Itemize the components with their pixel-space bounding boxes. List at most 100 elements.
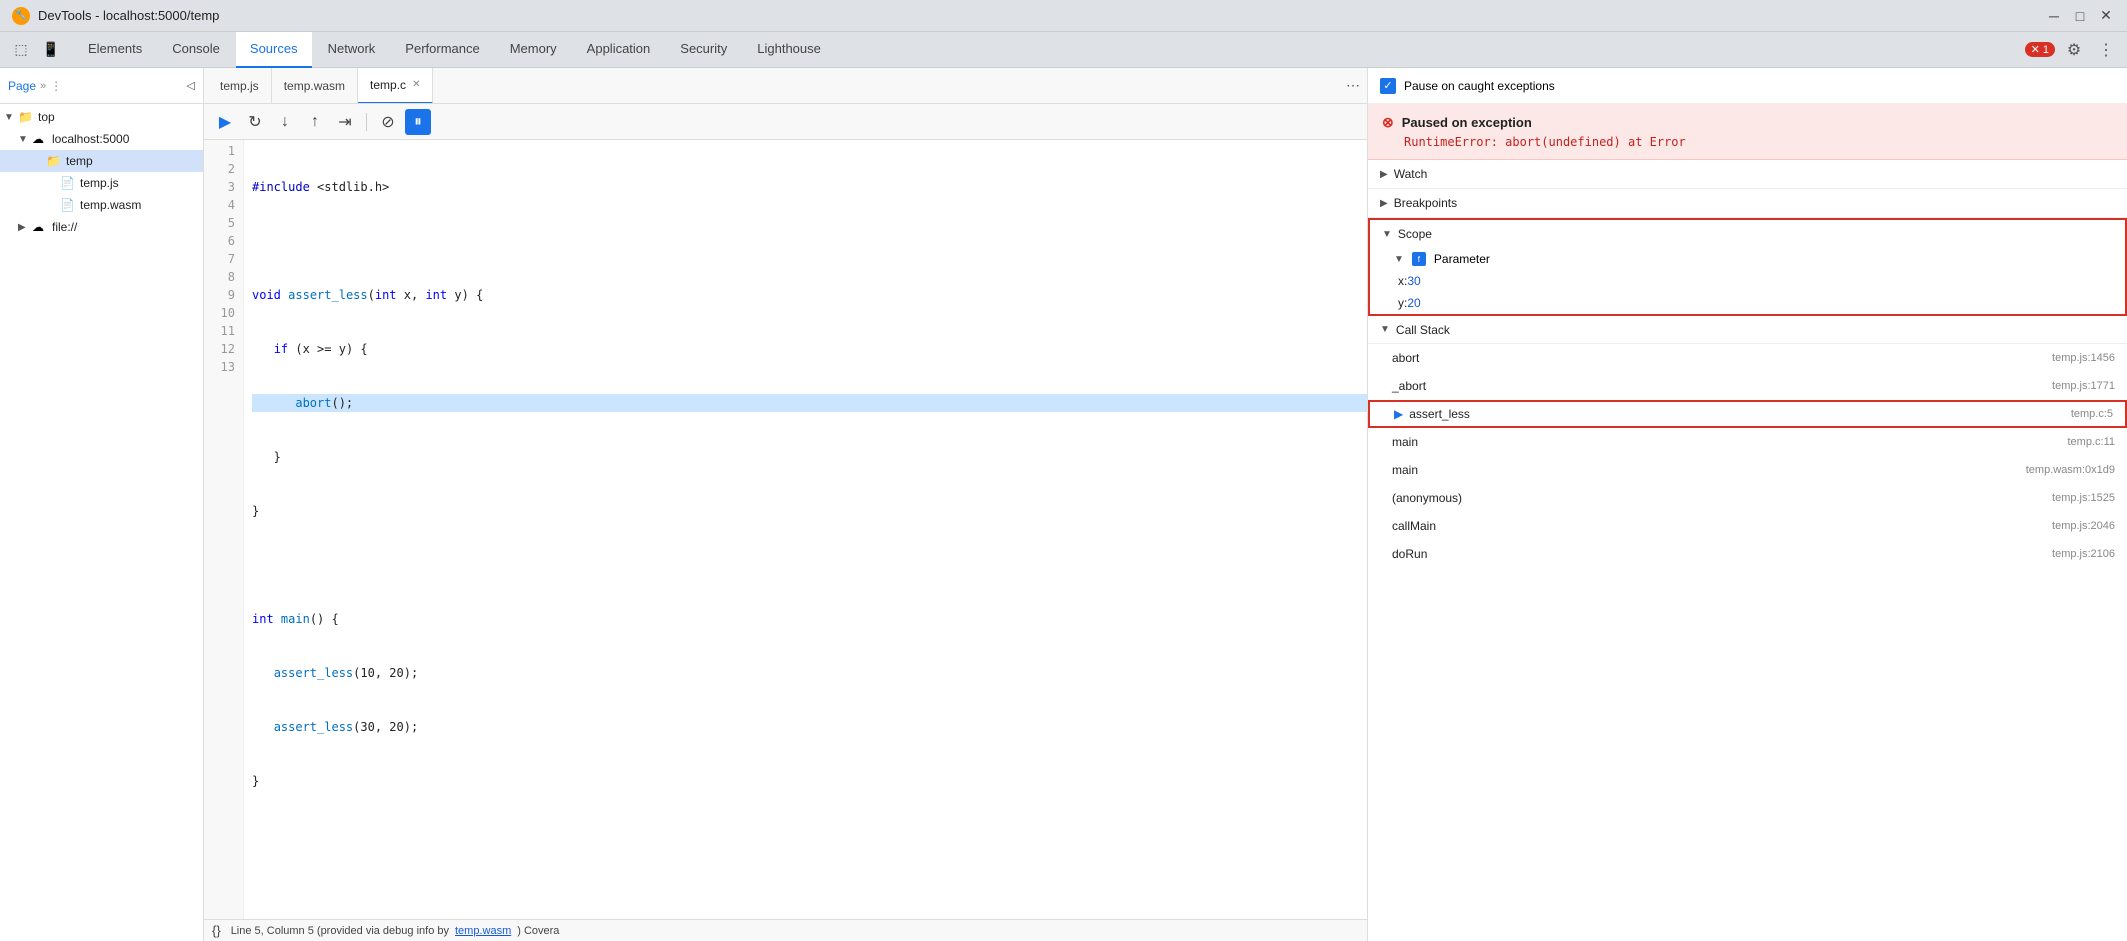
devtools-tabbar: ⬚ 📱 Elements Console Sources Network Per… bbox=[0, 32, 2127, 68]
more-options-icon[interactable]: ⋮ bbox=[2093, 37, 2119, 63]
close-tab-icon[interactable]: ✕ bbox=[412, 79, 420, 90]
ln-10: 10 bbox=[204, 304, 235, 322]
param-type-icon: f bbox=[1412, 252, 1426, 266]
tree-arrow-top: ▼ bbox=[4, 112, 18, 123]
callstack-row-assert_less[interactable]: ▶ assert_less temp.c:5 bbox=[1368, 400, 2127, 428]
inspect-icon[interactable]: ⬚ bbox=[8, 37, 34, 63]
tab-application[interactable]: Application bbox=[573, 32, 665, 68]
call-loc-callmain: temp.js:2046 bbox=[2052, 520, 2115, 532]
breakpoints-section: ▶ Breakpoints bbox=[1368, 189, 2127, 218]
minimize-button[interactable]: ─ bbox=[2045, 7, 2063, 25]
toolbar-separator bbox=[366, 113, 367, 131]
scope-label: Scope bbox=[1398, 227, 1432, 241]
ln-3: 3 bbox=[204, 178, 235, 196]
callstack-row-main-c[interactable]: main temp.c:11 bbox=[1368, 428, 2127, 456]
callstack-row-callmain[interactable]: callMain temp.js:2046 bbox=[1368, 512, 2127, 540]
code-line-2 bbox=[252, 232, 1367, 250]
code-line-10: assert_less(10, 20); bbox=[252, 664, 1367, 682]
tree-item-temp-js[interactable]: 📄 temp.js bbox=[0, 172, 203, 194]
double-arrow-icon[interactable]: » bbox=[40, 80, 46, 92]
scope-x-value: 30 bbox=[1407, 274, 1420, 288]
tab-console[interactable]: Console bbox=[158, 32, 234, 68]
ln-12: 12 bbox=[204, 340, 235, 358]
devtools-right-controls: ✕ 1 ⚙ ⋮ bbox=[2025, 37, 2119, 63]
step-out-button[interactable]: ↑ bbox=[302, 109, 328, 135]
titlebar: 🔧 DevTools - localhost:5000/temp ─ □ ✕ bbox=[0, 0, 2127, 32]
call-fn-anonymous: (anonymous) bbox=[1392, 491, 1462, 505]
tree-label-top: top bbox=[38, 110, 55, 124]
right-panel: ✓ Pause on caught exceptions ⊗ Paused on… bbox=[1367, 68, 2127, 941]
scope-param-row[interactable]: ▼ f Parameter bbox=[1370, 248, 2125, 270]
tab-sources[interactable]: Sources bbox=[236, 32, 312, 68]
tree-item-temp-wasm[interactable]: 📄 temp.wasm bbox=[0, 194, 203, 216]
error-icon: ✕ bbox=[2031, 43, 2040, 56]
callstack-row-_abort[interactable]: _abort temp.js:1771 bbox=[1368, 372, 2127, 400]
error-badge[interactable]: ✕ 1 bbox=[2025, 42, 2055, 57]
pause-button[interactable]: ⏸ bbox=[405, 109, 431, 135]
code-line-13 bbox=[252, 826, 1367, 844]
panel-collapse-icon[interactable]: ◁ bbox=[187, 79, 195, 92]
code-line-3: void assert_less(int x, int y) { bbox=[252, 286, 1367, 304]
scope-y-key: y: bbox=[1398, 296, 1407, 310]
status-wasm-link[interactable]: temp.wasm bbox=[455, 925, 511, 937]
breakpoints-arrow-icon: ▶ bbox=[1380, 198, 1388, 209]
tree-item-temp[interactable]: 📁 temp bbox=[0, 150, 203, 172]
tab-memory[interactable]: Memory bbox=[496, 32, 571, 68]
tab-network[interactable]: Network bbox=[314, 32, 390, 68]
folder-icon-top: 📁 bbox=[18, 110, 34, 124]
page-tab[interactable]: Page bbox=[8, 79, 36, 93]
callstack-row-dorun[interactable]: doRun temp.js:2106 bbox=[1368, 540, 2127, 568]
settings-icon[interactable]: ⚙ bbox=[2061, 37, 2087, 63]
window-title: DevTools - localhost:5000/temp bbox=[38, 8, 2037, 23]
callstack-row-main-wasm[interactable]: main temp.wasm:0x1d9 bbox=[1368, 456, 2127, 484]
step-into-button[interactable]: ↓ bbox=[272, 109, 298, 135]
tab-security[interactable]: Security bbox=[666, 32, 741, 68]
ln-7: 7 bbox=[204, 250, 235, 268]
callstack-arrow-icon: ▼ bbox=[1380, 324, 1390, 335]
pause-exceptions-checkbox[interactable]: ✓ bbox=[1380, 78, 1396, 94]
left-panel: Page » ⋮ ◁ ▼ 📁 top ▼ ☁ localhost:5000 📁 … bbox=[0, 68, 204, 941]
exception-title: ⊗ Paused on exception bbox=[1382, 114, 2113, 131]
callstack-row-anonymous[interactable]: (anonymous) temp.js:1525 bbox=[1368, 484, 2127, 512]
callstack-row-abort[interactable]: abort temp.js:1456 bbox=[1368, 344, 2127, 372]
tree-item-localhost[interactable]: ▼ ☁ localhost:5000 bbox=[0, 128, 203, 150]
tree-item-file[interactable]: ▶ ☁ file:// bbox=[0, 216, 203, 238]
breakpoints-header[interactable]: ▶ Breakpoints bbox=[1368, 189, 2127, 217]
tab-performance[interactable]: Performance bbox=[391, 32, 493, 68]
scope-y-row[interactable]: y: 20 bbox=[1370, 292, 2125, 314]
folder-icon-temp: 📁 bbox=[46, 154, 62, 168]
tab-elements[interactable]: Elements bbox=[74, 32, 156, 68]
exception-title-text: Paused on exception bbox=[1402, 115, 1532, 130]
resume-button[interactable]: ▶ bbox=[212, 109, 238, 135]
maximize-button[interactable]: □ bbox=[2071, 7, 2089, 25]
deactivate-breakpoints-icon[interactable]: ⊘ bbox=[375, 109, 401, 135]
step-button[interactable]: ⇥ bbox=[332, 109, 358, 135]
step-over-button[interactable]: ↻ bbox=[242, 109, 268, 135]
code-panel[interactable]: 1 2 3 4 5 6 7 8 9 10 11 12 13 bbox=[204, 140, 1367, 919]
error-circle-icon: ⊗ bbox=[1382, 114, 1394, 131]
scope-x-row[interactable]: x: 30 bbox=[1370, 270, 2125, 292]
status-text: Line 5, Column 5 (provided via debug inf… bbox=[231, 925, 449, 937]
current-frame-icon: ▶ bbox=[1394, 407, 1403, 421]
breakpoints-label: Breakpoints bbox=[1394, 196, 1457, 210]
scope-header[interactable]: ▼ Scope bbox=[1370, 220, 2125, 248]
ln-9: 9 bbox=[204, 286, 235, 304]
src-tab-temp-wasm[interactable]: temp.wasm bbox=[272, 68, 358, 104]
call-fn-abort: abort bbox=[1392, 351, 1419, 365]
src-tab-temp-c[interactable]: temp.c ✕ bbox=[358, 68, 433, 104]
app-icon: 🔧 bbox=[12, 7, 30, 25]
close-button[interactable]: ✕ bbox=[2097, 7, 2115, 25]
left-panel-header: Page » ⋮ ◁ bbox=[0, 68, 203, 104]
src-tab-temp-js[interactable]: temp.js bbox=[208, 68, 272, 104]
cloud-icon-localhost: ☁ bbox=[32, 132, 48, 146]
callstack-header[interactable]: ▼ Call Stack bbox=[1368, 316, 2127, 344]
tree-label-temp-wasm: temp.wasm bbox=[80, 198, 141, 212]
tree-item-top[interactable]: ▼ 📁 top bbox=[0, 106, 203, 128]
device-icon[interactable]: 📱 bbox=[38, 37, 64, 63]
code-area: 1 2 3 4 5 6 7 8 9 10 11 12 13 bbox=[204, 140, 1367, 919]
left-panel-menu-icon[interactable]: ⋮ bbox=[50, 79, 62, 93]
new-tab-icon[interactable]: ⋯ bbox=[1343, 76, 1363, 96]
tab-lighthouse[interactable]: Lighthouse bbox=[743, 32, 835, 68]
watch-header[interactable]: ▶ Watch bbox=[1368, 160, 2127, 188]
ln-8: 8 bbox=[204, 268, 235, 286]
